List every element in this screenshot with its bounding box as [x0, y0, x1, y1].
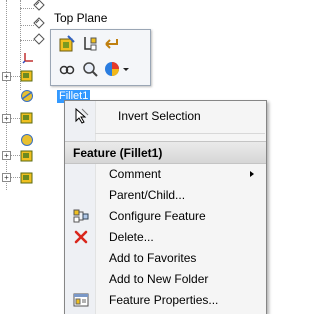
hide-show-icon[interactable]	[58, 60, 76, 78]
feature-icon[interactable]	[20, 171, 34, 184]
menu-item-parent-child[interactable]: Parent/Child...	[65, 184, 266, 205]
feature-icon[interactable]	[20, 149, 34, 162]
expand-toggle[interactable]: +	[2, 72, 11, 81]
menu-item-configure-feature[interactable]: Configure Feature	[65, 205, 266, 226]
properties-icon	[73, 293, 89, 307]
origin-icon	[22, 53, 33, 64]
menu-section-header: Feature (Fillet1)	[65, 141, 266, 164]
edit-sketch-icon[interactable]	[81, 35, 99, 53]
menu-item-comment[interactable]: Comment	[65, 163, 266, 184]
menu-item-feature-properties[interactable]: Feature Properties...	[65, 289, 266, 310]
menu-item-label: Invert Selection	[118, 109, 201, 123]
configure-feature-icon	[73, 209, 89, 223]
menu-item-invert-selection[interactable]: Invert Selection	[65, 105, 266, 126]
fillet-icon[interactable]	[20, 133, 34, 146]
context-toolbar	[50, 29, 151, 86]
feature-icon[interactable]	[20, 69, 34, 82]
rollback-icon[interactable]	[103, 35, 121, 53]
menu-item-add-to-favorites[interactable]: Add to Favorites	[65, 247, 266, 268]
fillet-icon[interactable]	[20, 89, 34, 102]
plane-icon	[33, 17, 45, 29]
menu-item-delete[interactable]: Delete...	[65, 226, 266, 247]
plane-icon	[33, 33, 45, 45]
delete-icon	[74, 230, 88, 244]
expand-toggle[interactable]: +	[2, 151, 11, 160]
menu-item-label: Parent/Child...	[109, 188, 186, 202]
plane-icon	[33, 0, 45, 11]
menu-item-add-to-new-folder[interactable]: Add to New Folder	[65, 268, 266, 289]
expand-toggle[interactable]: +	[2, 173, 11, 182]
feature-icon[interactable]	[20, 111, 34, 124]
edit-feature-icon[interactable]	[58, 35, 76, 53]
menu-item-label: Feature Properties...	[109, 293, 219, 307]
menu-item-label: Add to Favorites	[109, 251, 197, 265]
expand-toggle[interactable]: +	[2, 114, 11, 123]
appearance-icon[interactable]	[103, 60, 131, 78]
menu-item-label: Delete...	[109, 230, 154, 244]
submenu-arrow-icon	[250, 171, 254, 177]
menu-section-title: Feature (Fillet1)	[73, 146, 163, 160]
zoom-to-selection-icon[interactable]	[81, 60, 99, 78]
menu-item-label: Comment	[109, 167, 162, 181]
cursor-icon	[75, 108, 89, 124]
top-plane-label[interactable]: Top Plane	[54, 11, 107, 25]
menu-separator	[95, 133, 265, 134]
menu-item-label: Configure Feature	[109, 209, 206, 223]
context-menu: Invert Selection Feature (Fillet1) Comme…	[64, 100, 267, 314]
menu-item-label: Add to New Folder	[109, 272, 209, 286]
